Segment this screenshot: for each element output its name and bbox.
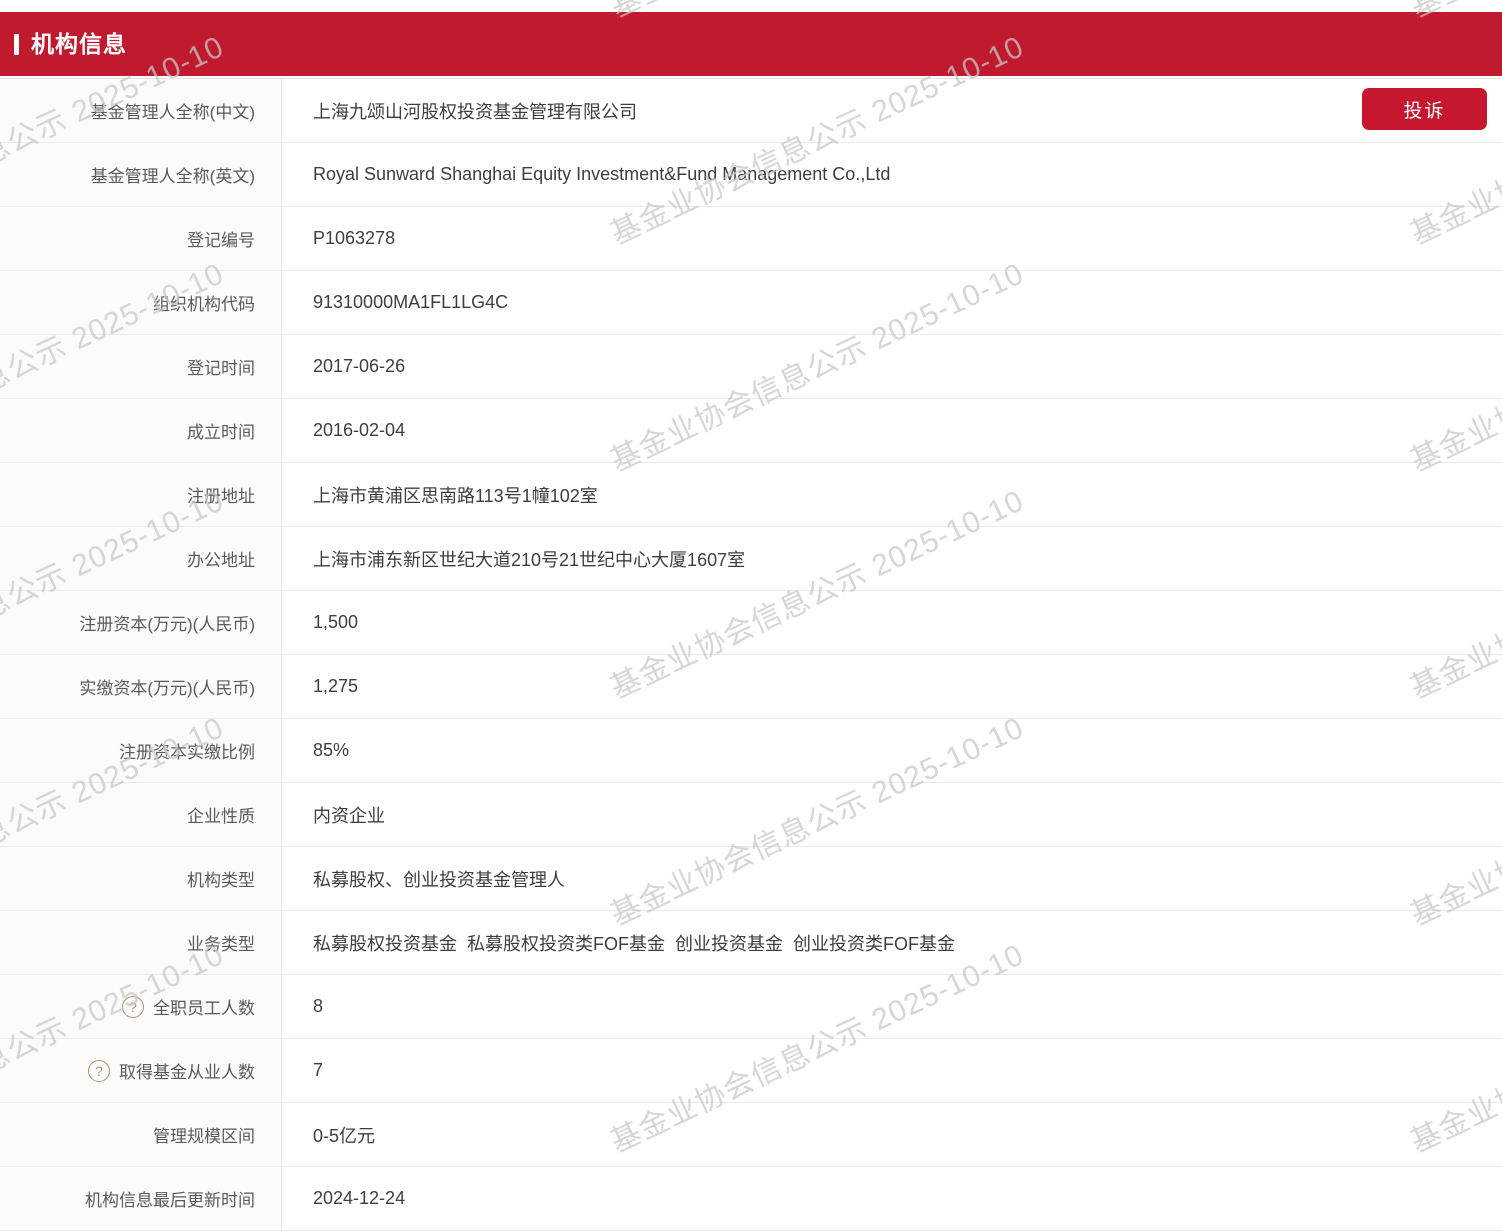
row-label: 注册资本实缴比例 <box>119 738 255 763</box>
row-value-cell: 内资企业 <box>282 783 1502 846</box>
row-label: 基金管理人全称(中文) <box>91 98 255 123</box>
row-value: 2017-06-26 <box>313 356 405 377</box>
row-label-cell: 实缴资本(万元)(人民币) <box>0 655 282 718</box>
row-value-cell: 上海市黄浦区思南路113号1幢102室 <box>282 463 1502 526</box>
info-row: 注册地址 上海市黄浦区思南路113号1幢102室 <box>0 463 1502 527</box>
row-label-cell: 企业性质 <box>0 783 282 846</box>
row-label: 登记时间 <box>187 354 255 379</box>
row-label: 办公地址 <box>187 546 255 571</box>
row-label: 基金管理人全称(英文) <box>91 162 255 187</box>
section-header: 机构信息 <box>0 12 1502 76</box>
row-value-cell: 上海市浦东新区世纪大道210号21世纪中心大厦1607室 <box>282 527 1502 590</box>
row-label-cell: 基金管理人全称(英文) <box>0 143 282 206</box>
info-row: 登记编号 P1063278 <box>0 207 1502 271</box>
row-label-cell: 办公地址 <box>0 527 282 590</box>
row-label: 组织机构代码 <box>153 290 255 315</box>
row-value: 85% <box>313 740 349 761</box>
row-label-cell: 注册地址 <box>0 463 282 526</box>
row-value: 1,275 <box>313 676 358 697</box>
row-value-cell: 1,500 <box>282 591 1502 654</box>
info-row: 成立时间 2016-02-04 <box>0 399 1502 463</box>
row-label: 注册地址 <box>187 482 255 507</box>
institution-info-page: 机构信息 投诉 基金管理人全称(中文) 上海九颂山河股权投资基金管理有限公司 基… <box>0 0 1502 1232</box>
row-value: 私募股权投资基金 私募股权投资类FOF基金 创业投资基金 创业投资类FOF基金 <box>313 930 955 956</box>
info-row: 注册资本实缴比例 85% <box>0 719 1502 783</box>
info-row: 基金管理人全称(中文) 上海九颂山河股权投资基金管理有限公司 <box>0 79 1502 143</box>
row-label-cell: ? 全职员工人数 <box>0 975 282 1038</box>
row-label: 取得基金从业人数 <box>119 1058 255 1083</box>
row-label-cell: 业务类型 <box>0 911 282 974</box>
row-value: 1,500 <box>313 612 358 633</box>
row-label: 管理规模区间 <box>153 1122 255 1147</box>
row-label-cell: 机构类型 <box>0 847 282 910</box>
row-label-cell: 登记时间 <box>0 335 282 398</box>
row-value: 2024-12-24 <box>313 1188 405 1209</box>
info-row: 业务类型 私募股权投资基金 私募股权投资类FOF基金 创业投资基金 创业投资类F… <box>0 911 1502 975</box>
row-value: 上海市浦东新区世纪大道210号21世纪中心大厦1607室 <box>313 546 745 572</box>
row-value-cell: 8 <box>282 975 1502 1038</box>
row-value: Royal Sunward Shanghai Equity Investment… <box>313 164 890 185</box>
row-label: 业务类型 <box>187 930 255 955</box>
row-value-cell: 0-5亿元 <box>282 1103 1502 1166</box>
row-label-cell: 组织机构代码 <box>0 271 282 334</box>
info-row: 登记时间 2017-06-26 <box>0 335 1502 399</box>
page-title: 机构信息 <box>31 33 127 56</box>
row-value-cell: 2016-02-04 <box>282 399 1502 462</box>
row-label: 机构信息最后更新时间 <box>85 1186 255 1211</box>
help-icon[interactable]: ? <box>122 996 144 1018</box>
row-value: P1063278 <box>313 228 395 249</box>
row-value: 内资企业 <box>313 802 385 828</box>
row-value: 上海市黄浦区思南路113号1幢102室 <box>313 482 598 508</box>
info-row: 机构类型 私募股权、创业投资基金管理人 <box>0 847 1502 911</box>
help-icon[interactable]: ? <box>88 1060 110 1082</box>
row-value: 91310000MA1FL1LG4C <box>313 292 508 313</box>
row-label-cell: 基金管理人全称(中文) <box>0 79 282 142</box>
row-value: 8 <box>313 996 323 1017</box>
institution-info-table: 基金管理人全称(中文) 上海九颂山河股权投资基金管理有限公司 基金管理人全称(英… <box>0 78 1502 1231</box>
row-value-cell: 私募股权投资基金 私募股权投资类FOF基金 创业投资基金 创业投资类FOF基金 <box>282 911 1502 974</box>
info-row: 办公地址 上海市浦东新区世纪大道210号21世纪中心大厦1607室 <box>0 527 1502 591</box>
row-label: 全职员工人数 <box>153 994 255 1019</box>
info-row: 组织机构代码 91310000MA1FL1LG4C <box>0 271 1502 335</box>
row-label-cell: 注册资本实缴比例 <box>0 719 282 782</box>
info-row: 管理规模区间 0-5亿元 <box>0 1103 1502 1167</box>
row-label-cell: 机构信息最后更新时间 <box>0 1167 282 1230</box>
row-value-cell: 91310000MA1FL1LG4C <box>282 271 1502 334</box>
row-value-cell: 85% <box>282 719 1502 782</box>
row-value: 上海九颂山河股权投资基金管理有限公司 <box>313 98 637 124</box>
row-value-cell: 1,275 <box>282 655 1502 718</box>
row-label: 机构类型 <box>187 866 255 891</box>
complaint-button[interactable]: 投诉 <box>1362 88 1487 130</box>
row-value-cell: 7 <box>282 1039 1502 1102</box>
row-value-cell: 私募股权、创业投资基金管理人 <box>282 847 1502 910</box>
info-row: ? 取得基金从业人数 7 <box>0 1039 1502 1103</box>
row-value-cell: 2017-06-26 <box>282 335 1502 398</box>
info-row: 机构信息最后更新时间 2024-12-24 <box>0 1167 1502 1231</box>
info-row: 注册资本(万元)(人民币) 1,500 <box>0 591 1502 655</box>
row-value-cell: 上海九颂山河股权投资基金管理有限公司 <box>282 79 1502 142</box>
info-row: 企业性质 内资企业 <box>0 783 1502 847</box>
row-value: 7 <box>313 1060 323 1081</box>
row-label-cell: 管理规模区间 <box>0 1103 282 1166</box>
row-value: 私募股权、创业投资基金管理人 <box>313 866 565 892</box>
row-label: 实缴资本(万元)(人民币) <box>79 674 255 699</box>
row-value: 0-5亿元 <box>313 1122 375 1148</box>
row-value-cell: 2024-12-24 <box>282 1167 1502 1230</box>
row-label: 注册资本(万元)(人民币) <box>79 610 255 635</box>
row-label-cell: 登记编号 <box>0 207 282 270</box>
row-label: 登记编号 <box>187 226 255 251</box>
row-value-cell: Royal Sunward Shanghai Equity Investment… <box>282 143 1502 206</box>
info-row: 基金管理人全称(英文) Royal Sunward Shanghai Equit… <box>0 143 1502 207</box>
row-value: 2016-02-04 <box>313 420 405 441</box>
info-row: 实缴资本(万元)(人民币) 1,275 <box>0 655 1502 719</box>
row-value-cell: P1063278 <box>282 207 1502 270</box>
row-label: 企业性质 <box>187 802 255 827</box>
section-title-marker <box>14 34 19 55</box>
row-label-cell: 注册资本(万元)(人民币) <box>0 591 282 654</box>
row-label-cell: ? 取得基金从业人数 <box>0 1039 282 1102</box>
row-label-cell: 成立时间 <box>0 399 282 462</box>
info-row: ? 全职员工人数 8 <box>0 975 1502 1039</box>
row-label: 成立时间 <box>187 418 255 443</box>
